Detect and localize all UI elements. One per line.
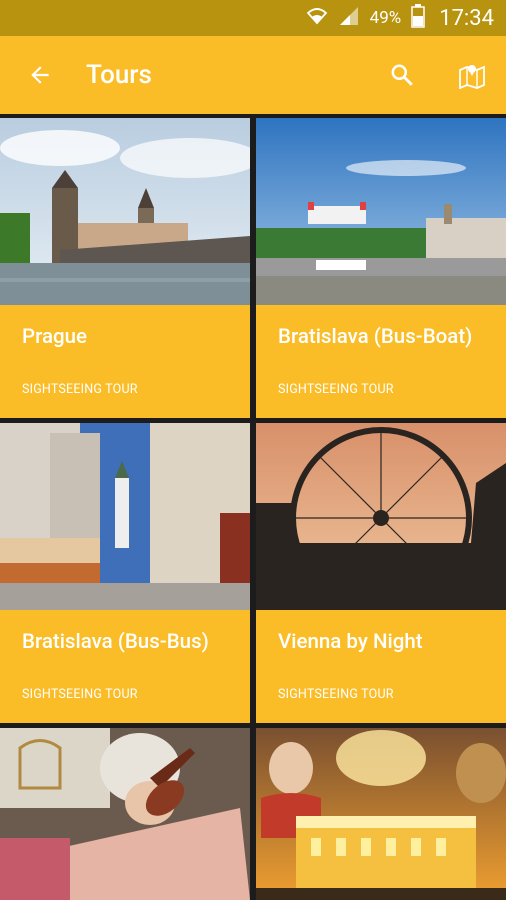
tour-type: SIGHTSEEING TOUR	[278, 687, 394, 702]
battery-icon	[411, 4, 425, 32]
status-bar: 49% 17:34	[0, 0, 506, 36]
tour-card-prague[interactable]: Prague SIGHTSEEING TOUR	[0, 118, 250, 418]
tour-name: Prague	[22, 325, 88, 349]
back-arrow-icon	[31, 66, 49, 84]
tour-type: SIGHTSEEING TOUR	[22, 382, 138, 397]
tour-card-concert[interactable]	[0, 728, 250, 900]
tour-name: Bratislava (Bus-Bus)	[22, 630, 209, 654]
signal-icon	[338, 5, 360, 31]
tour-type: SIGHTSEEING TOUR	[22, 687, 138, 702]
tour-photo	[256, 423, 506, 610]
search-icon	[391, 64, 413, 86]
tour-card-vienna-by-night[interactable]: Vienna by Night SIGHTSEEING TOUR	[256, 423, 506, 723]
page-title: Tours	[86, 60, 152, 90]
map-icon	[459, 65, 485, 89]
tour-name: Bratislava (Bus-Boat)	[278, 325, 473, 349]
tour-photo	[256, 118, 506, 305]
tour-grid: Prague SIGHTSEEING TOUR Bratislava (Bus-…	[0, 118, 506, 900]
tour-photo	[0, 423, 250, 610]
tour-photo	[256, 728, 506, 900]
tour-card-bratislava-bus-boat[interactable]: Bratislava (Bus-Boat) SIGHTSEEING TOUR	[256, 118, 506, 418]
app-bar: Tours	[0, 36, 506, 114]
clock: 17:34	[439, 5, 494, 31]
tour-name: Vienna by Night	[278, 630, 423, 654]
search-button[interactable]	[388, 61, 416, 89]
tour-photo	[0, 728, 250, 900]
back-button[interactable]	[26, 61, 54, 89]
battery-percent: 49%	[369, 8, 402, 28]
map-button[interactable]	[458, 61, 486, 89]
tour-photo	[0, 118, 250, 305]
tour-card-bratislava-bus-bus[interactable]: Bratislava (Bus-Bus) SIGHTSEEING TOUR	[0, 423, 250, 723]
tour-card-mozart[interactable]	[256, 728, 506, 900]
tour-type: SIGHTSEEING TOUR	[278, 382, 394, 397]
wifi-icon	[306, 5, 328, 31]
